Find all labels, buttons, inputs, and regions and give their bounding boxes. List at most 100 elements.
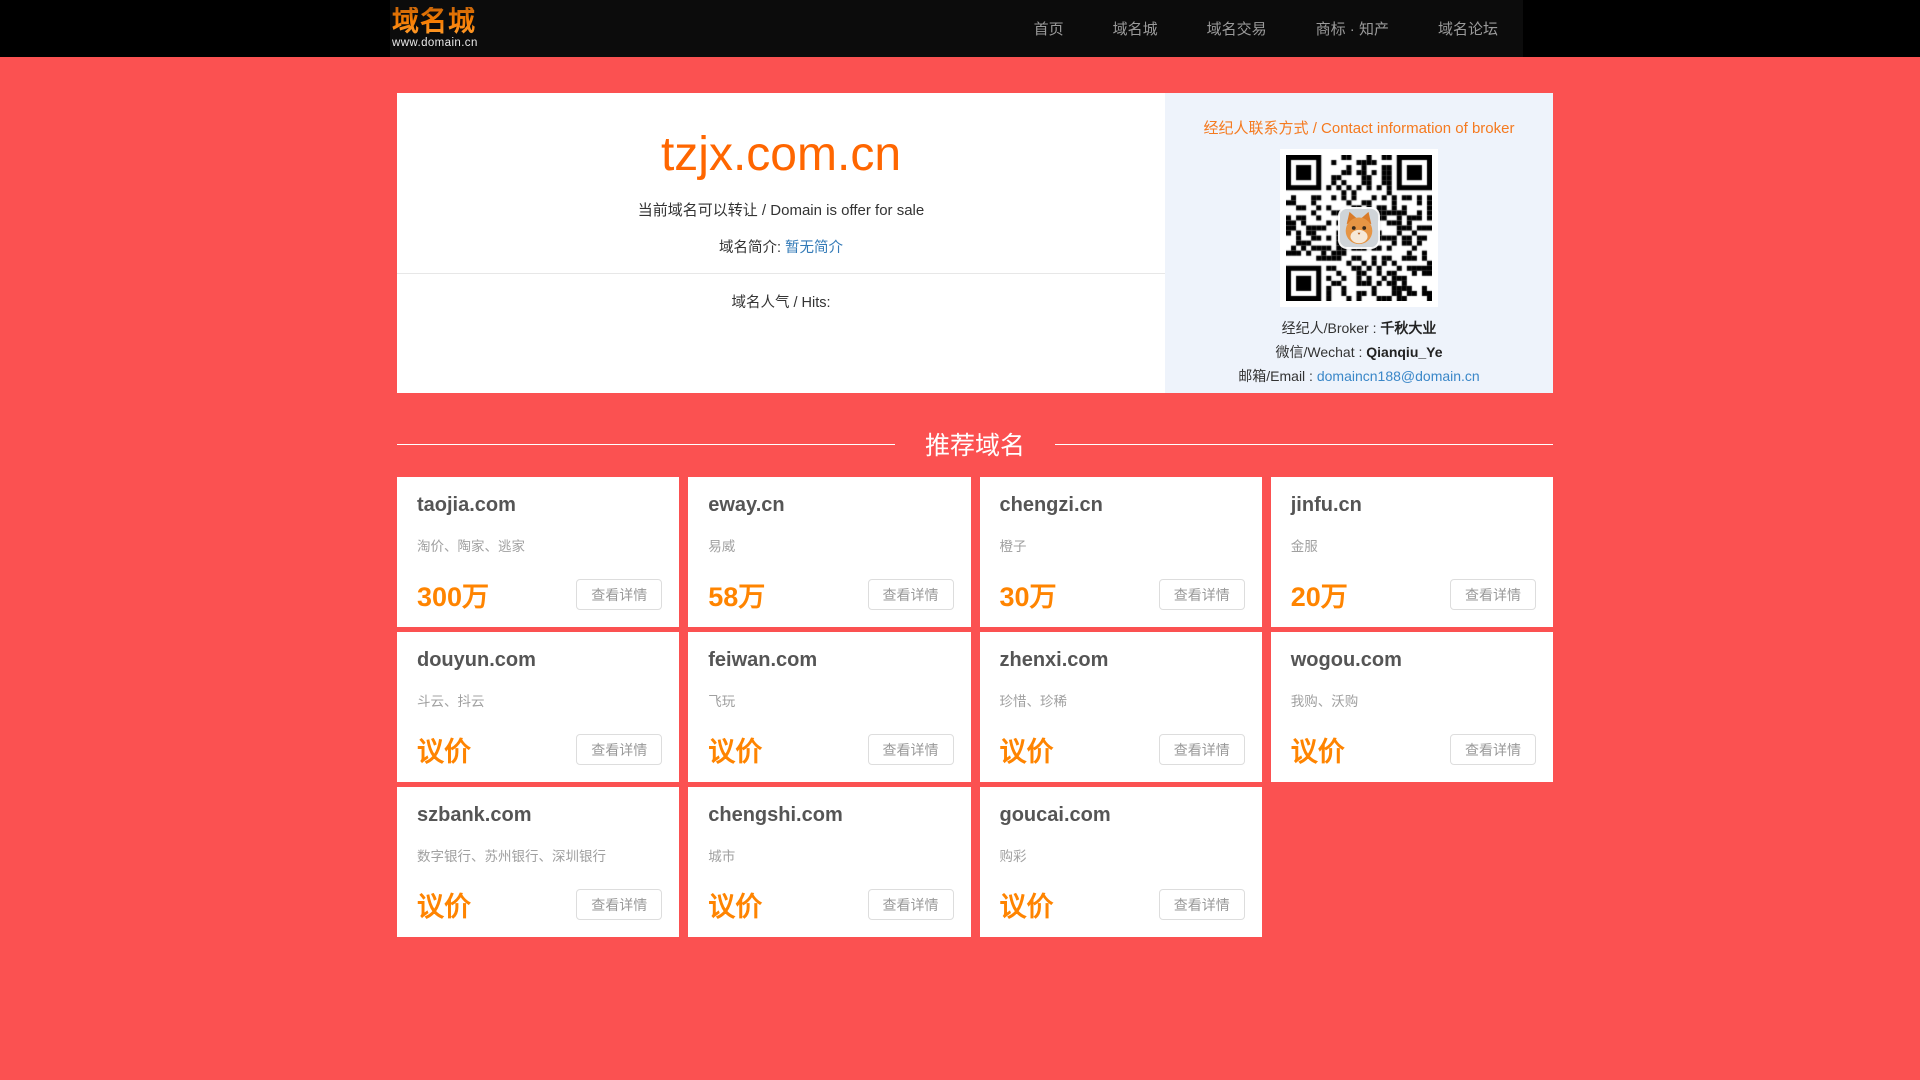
site-logo-url: www.domain.cn [392,38,478,50]
card-domain-name[interactable]: szbank.com [417,804,659,827]
domain-card: zhenxi.com 珍惜、珍稀 议价 查看详情 [980,632,1262,782]
card-domain-name[interactable]: goucai.com [1000,804,1242,827]
broker-email-label: 邮箱/Email : [1238,368,1317,384]
card-footer: 议价 查看详情 [417,730,662,769]
view-details-button[interactable]: 查看详情 [576,579,662,610]
nav-item-domain-forum[interactable]: 域名论坛 [1438,18,1498,39]
broker-wechat-value: Qianqiu_Ye [1366,344,1442,360]
card-price: 议价 [708,730,762,769]
card-price: 议价 [1291,730,1345,769]
card-domain-desc: 珍惜、珍稀 [1000,690,1242,710]
broker-email-link[interactable]: domaincn188@domain.cn [1317,368,1480,384]
card-price: 议价 [1000,730,1054,769]
card-domain-desc: 城市 [708,845,950,865]
divider [1055,444,1553,445]
card-footer: 议价 查看详情 [1000,730,1245,769]
domain-status-text: 当前域名可以转让 / Domain is offer for sale [397,199,1165,220]
card-domain-desc: 购彩 [1000,845,1242,865]
domain-card: goucai.com 购彩 议价 查看详情 [980,787,1262,937]
card-domain-name[interactable]: douyun.com [417,649,659,672]
site-logo-text: 域名城 [392,7,478,36]
card-footer: 议价 查看详情 [1291,730,1536,769]
card-footer: 300万 查看详情 [417,575,662,614]
card-domain-desc: 淘价、陶家、逃家 [417,535,659,555]
broker-name-value: 千秋大业 [1380,320,1436,336]
card-price: 议价 [417,885,471,924]
broker-heading: 经纪人联系方式 / Contact information of broker [1165,117,1553,138]
top-navigation-inner: 域名城 www.domain.cn 首页 域名城 域名交易 商标 · 知产 域名… [390,0,1523,57]
card-domain-desc: 易威 [708,535,950,555]
card-price: 议价 [708,885,762,924]
domain-intro-label: 域名简介: [719,240,785,256]
wechat-qr-code [1280,149,1438,307]
card-domain-name[interactable]: feiwan.com [708,649,950,672]
card-footer: 20万 查看详情 [1291,575,1536,614]
card-footer: 议价 查看详情 [417,885,662,924]
broker-sidebar: 经纪人联系方式 / Contact information of broker [1165,93,1553,393]
domain-hits-label: 域名人气 / Hits: [397,291,1165,312]
view-details-button[interactable]: 查看详情 [576,889,662,920]
card-domain-desc: 斗云、抖云 [417,690,659,710]
card-domain-name[interactable]: zhenxi.com [1000,649,1242,672]
domain-card: chengshi.com 城市 议价 查看详情 [688,787,970,937]
card-domain-desc: 橙子 [1000,535,1242,555]
card-domain-name[interactable]: eway.cn [708,494,950,517]
nav-item-domain-trade[interactable]: 域名交易 [1207,18,1267,39]
broker-name-label: 经纪人/Broker : [1282,320,1381,336]
card-price: 议价 [417,730,471,769]
page-container: tzjx.com.cn 当前域名可以转让 / Domain is offer f… [397,93,1553,937]
card-footer: 30万 查看详情 [1000,575,1245,614]
card-price: 议价 [1000,885,1054,924]
broker-name-line: 经纪人/Broker : 千秋大业 [1165,316,1553,340]
divider [397,444,895,445]
card-footer: 议价 查看详情 [1000,885,1245,924]
domain-card: wogou.com 我购、沃购 议价 查看详情 [1271,632,1553,782]
view-details-button[interactable]: 查看详情 [1450,734,1536,765]
nav-item-trademark-ip[interactable]: 商标 · 知产 [1316,18,1389,39]
domain-listing-card: tzjx.com.cn 当前域名可以转让 / Domain is offer f… [397,93,1553,393]
view-details-button[interactable]: 查看详情 [868,889,954,920]
recommend-section-header: 推荐域名 [397,426,1553,462]
view-details-button[interactable]: 查看详情 [1159,579,1245,610]
card-domain-name[interactable]: chengshi.com [708,804,950,827]
broker-wechat-line: 微信/Wechat : Qianqiu_Ye [1165,340,1553,364]
nav-item-domain-city[interactable]: 域名城 [1113,18,1158,39]
domain-intro-link[interactable]: 暂无简介 [785,240,843,256]
card-domain-desc: 数字银行、苏州银行、深圳银行 [417,845,659,865]
site-logo[interactable]: 域名城 www.domain.cn [392,8,478,50]
domain-intro-line: 域名简介: 暂无简介 [397,236,1165,257]
cat-avatar [1340,209,1378,247]
divider [397,273,1165,274]
view-details-button[interactable]: 查看详情 [1159,889,1245,920]
domain-card: feiwan.com 飞玩 议价 查看详情 [688,632,970,782]
card-domain-name[interactable]: chengzi.cn [1000,494,1242,517]
view-details-button[interactable]: 查看详情 [1450,579,1536,610]
page-title: tzjx.com.cn [397,125,1165,185]
top-navigation-bar: 域名城 www.domain.cn 首页 域名城 域名交易 商标 · 知产 域名… [0,0,1920,57]
card-domain-desc: 金服 [1291,535,1533,555]
card-footer: 58万 查看详情 [708,575,953,614]
card-domain-desc: 我购、沃购 [1291,690,1533,710]
card-domain-name[interactable]: taojia.com [417,494,659,517]
nav-item-home[interactable]: 首页 [1034,18,1064,39]
domain-card: jinfu.cn 金服 20万 查看详情 [1271,477,1553,627]
broker-wechat-label: 微信/Wechat : [1275,344,1366,360]
card-price: 20万 [1291,575,1348,614]
card-footer: 议价 查看详情 [708,730,953,769]
view-details-button[interactable]: 查看详情 [576,734,662,765]
card-domain-desc: 飞玩 [708,690,950,710]
domain-card: chengzi.cn 橙子 30万 查看详情 [980,477,1262,627]
card-domain-name[interactable]: wogou.com [1291,649,1533,672]
domain-info-panel: tzjx.com.cn 当前域名可以转让 / Domain is offer f… [397,93,1165,393]
card-domain-name[interactable]: jinfu.cn [1291,494,1533,517]
recommend-section-title: 推荐域名 [925,426,1025,462]
card-footer: 议价 查看详情 [708,885,953,924]
view-details-button[interactable]: 查看详情 [868,579,954,610]
domain-card: douyun.com 斗云、抖云 议价 查看详情 [397,632,679,782]
view-details-button[interactable]: 查看详情 [1159,734,1245,765]
domain-card: szbank.com 数字银行、苏州银行、深圳银行 议价 查看详情 [397,787,679,937]
view-details-button[interactable]: 查看详情 [868,734,954,765]
domain-card: taojia.com 淘价、陶家、逃家 300万 查看详情 [397,477,679,627]
card-price: 300万 [417,575,489,614]
main-nav: 首页 域名城 域名交易 商标 · 知产 域名论坛 [1034,18,1498,39]
